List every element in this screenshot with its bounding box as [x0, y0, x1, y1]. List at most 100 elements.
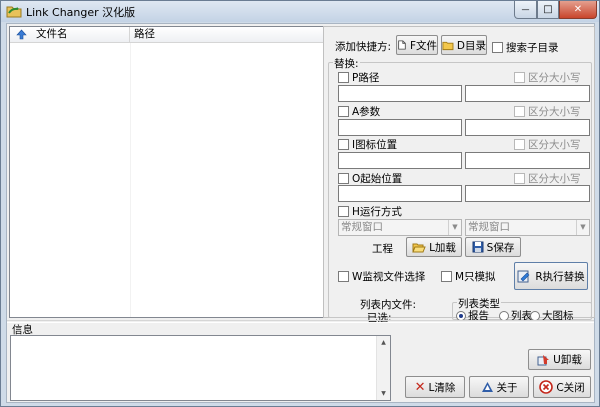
minimize-icon: — — [521, 5, 530, 14]
case-sensitive-label: 区分大小写 — [528, 173, 581, 185]
checkbox-box — [338, 139, 349, 150]
checkbox-box — [338, 72, 349, 83]
replace-icon-checkbox[interactable]: I图标位置 — [338, 137, 397, 152]
file-icon — [398, 40, 406, 50]
run-mode-replace-select[interactable]: 常规窗口 ▼ — [465, 219, 590, 236]
checkbox-box — [338, 106, 349, 117]
run-replace-label: R执行替换 — [535, 270, 585, 283]
info-log[interactable]: ▲ ▼ — [10, 335, 391, 401]
run-replace-button[interactable]: R执行替换 — [514, 262, 588, 290]
column-filename[interactable]: 文件名 — [10, 27, 130, 43]
file-list[interactable]: 文件名 路径 — [9, 26, 324, 318]
project-save-label: S保存 — [486, 241, 515, 254]
monitor-selection-checkbox[interactable]: W监视文件选择 — [338, 269, 425, 284]
window-title: Link Changer 汉化版 — [26, 6, 136, 19]
close-label: C关闭 — [556, 381, 585, 394]
app-window: Link Changer 汉化版 — □ ✕ 文件名 路径 添加快捷方: F文件… — [0, 0, 600, 407]
checkbox-box — [514, 173, 525, 184]
scroll-up-icon[interactable]: ▲ — [377, 336, 390, 349]
run-mode-replace-value: 常规窗口 — [468, 221, 510, 233]
case-sensitive-workdir-checkbox[interactable]: 区分大小写 — [514, 171, 581, 186]
replace-workdir-label: O起始位置 — [352, 173, 403, 185]
checkbox-box — [338, 206, 349, 217]
checkbox-box — [514, 72, 525, 83]
column-path[interactable]: 路径 — [130, 27, 323, 43]
options-panel: 添加快捷方: F文件 D目录 搜索子目录 替换: P路径 区分大小写 A参数 区… — [323, 26, 595, 324]
open-folder-icon — [412, 243, 426, 252]
clear-button[interactable]: ✕ L清除 — [405, 376, 465, 398]
project-save-button[interactable]: S保存 — [465, 237, 521, 257]
case-sensitive-path-checkbox[interactable]: 区分大小写 — [514, 70, 581, 85]
case-sensitive-icon-checkbox[interactable]: 区分大小写 — [514, 137, 581, 152]
close-button[interactable]: C关闭 — [533, 376, 591, 398]
list-header: 文件名 路径 — [10, 27, 323, 43]
client-area: 文件名 路径 添加快捷方: F文件 D目录 搜索子目录 替换: P路径 区分大小… — [6, 23, 595, 403]
splitter[interactable] — [7, 320, 594, 323]
case-sensitive-label: 区分大小写 — [528, 139, 581, 151]
radio-dot — [456, 310, 466, 321]
radio-dot — [530, 310, 540, 321]
about-label: 关于 — [496, 381, 518, 394]
monitor-selection-label: W监视文件选择 — [352, 271, 426, 283]
info-scrollbar[interactable]: ▲ ▼ — [376, 336, 390, 400]
close-circle-icon — [539, 380, 554, 394]
uninstall-label: U卸载 — [553, 354, 582, 366]
run-mode-label: H运行方式 — [352, 206, 402, 218]
add-file-button[interactable]: F文件 — [396, 35, 438, 55]
chevron-down-icon: ▼ — [448, 220, 461, 235]
replace-workdir-checkbox[interactable]: O起始位置 — [338, 171, 402, 186]
add-shortcut-label: 添加快捷方: — [335, 41, 392, 53]
scroll-down-icon[interactable]: ▼ — [377, 387, 390, 400]
path-replace-input[interactable] — [465, 85, 590, 102]
maximize-icon: □ — [543, 4, 553, 15]
simulate-only-label: M只模拟 — [455, 271, 496, 283]
folder-icon — [442, 41, 454, 50]
search-subdirs-label: 搜索子目录 — [506, 42, 559, 54]
checkbox-box — [338, 173, 349, 184]
about-button[interactable]: 关于 — [469, 376, 529, 398]
column-divider — [130, 43, 131, 317]
run-mode-checkbox[interactable]: H运行方式 — [338, 204, 402, 219]
case-sensitive-label: 区分大小写 — [528, 106, 581, 118]
replace-args-checkbox[interactable]: A参数 — [338, 104, 380, 119]
project-label: 工程 — [372, 243, 393, 255]
add-file-label: F文件 — [409, 39, 437, 52]
search-subdirs-checkbox[interactable]: 搜索子目录 — [492, 40, 559, 55]
add-directory-button[interactable]: D目录 — [441, 35, 487, 55]
args-find-input[interactable] — [338, 119, 462, 136]
uninstall-button[interactable]: U卸载 — [528, 349, 591, 370]
replace-path-label: P路径 — [352, 72, 380, 84]
replace-path-checkbox[interactable]: P路径 — [338, 70, 379, 85]
radio-dot — [499, 310, 509, 321]
case-sensitive-args-checkbox[interactable]: 区分大小写 — [514, 104, 581, 119]
replace-args-label: A参数 — [352, 106, 381, 118]
chevron-down-icon: ▼ — [576, 220, 589, 235]
project-load-label: L加载 — [429, 241, 456, 254]
checkbox-box — [492, 42, 503, 53]
run-mode-find-value: 常规窗口 — [341, 221, 383, 233]
checkbox-box — [514, 139, 525, 150]
maximize-button[interactable]: □ — [537, 1, 559, 19]
add-directory-label: D目录 — [456, 39, 486, 52]
workdir-replace-input[interactable] — [465, 185, 590, 202]
minimize-button[interactable]: — — [514, 1, 537, 19]
checkbox-box — [338, 271, 349, 282]
title-bar[interactable]: Link Changer 汉化版 — □ ✕ — [1, 1, 599, 22]
close-icon: ✕ — [573, 4, 583, 15]
about-icon — [481, 382, 493, 392]
checkbox-box — [441, 271, 452, 282]
close-window-button[interactable]: ✕ — [559, 1, 597, 19]
run-replace-icon — [517, 270, 530, 282]
case-sensitive-label: 区分大小写 — [528, 72, 581, 84]
simulate-only-checkbox[interactable]: M只模拟 — [441, 269, 496, 284]
icon-find-input[interactable] — [338, 152, 462, 169]
icon-replace-input[interactable] — [465, 152, 590, 169]
run-mode-find-select[interactable]: 常规窗口 ▼ — [338, 219, 462, 236]
link-changer-app-icon — [6, 6, 22, 18]
args-replace-input[interactable] — [465, 119, 590, 136]
checkbox-box — [514, 106, 525, 117]
path-find-input[interactable] — [338, 85, 462, 102]
workdir-find-input[interactable] — [338, 185, 462, 202]
uninstall-icon — [537, 354, 550, 365]
project-load-button[interactable]: L加载 — [406, 237, 462, 257]
